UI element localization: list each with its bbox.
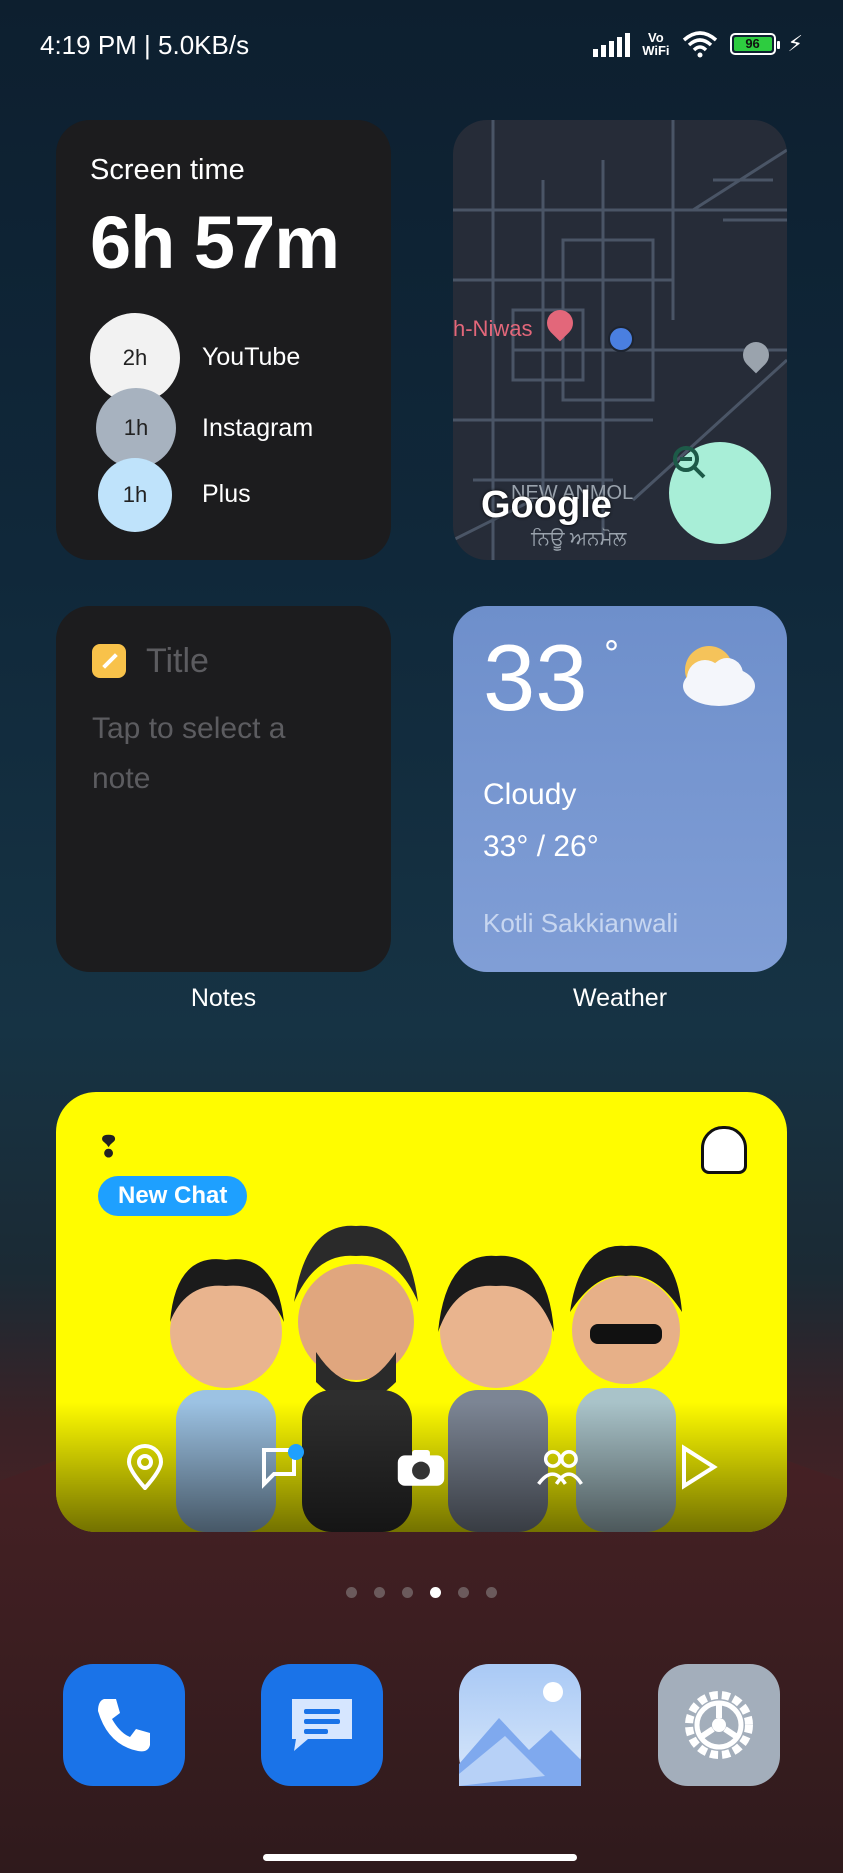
battery-icon: 96 <box>729 33 780 55</box>
notes-icon <box>92 644 126 678</box>
status-time-speed: 4:19 PM | 5.0KB/s <box>40 30 250 60</box>
map-area-label-punjabi: ਨਿਊ ਅਨਮੋਲ <box>531 528 627 550</box>
wifi-icon <box>682 31 717 58</box>
snapchat-ghost-icon[interactable] <box>701 1126 747 1174</box>
gallery-app[interactable] <box>459 1664 581 1786</box>
home-indicator[interactable] <box>263 1854 577 1861</box>
map-place-label: h-Niwas <box>453 316 533 341</box>
usage-bubble: 1h <box>98 458 172 532</box>
app-usage-plus: 1h Plus <box>98 458 251 532</box>
app-name: Instagram <box>202 414 314 442</box>
note-body: Tap to select a note <box>92 712 286 795</box>
cloudy-icon <box>683 646 755 706</box>
screen-time-total: 6h 57m <box>90 201 340 284</box>
screen-time-widget[interactable]: Screen time 6h 57m 2h YouTube 1h Instagr… <box>56 120 391 560</box>
settings-app[interactable] <box>658 1664 780 1786</box>
page-dot[interactable] <box>458 1587 469 1598</box>
status-icons: Vo WiFi 96 ⚡ <box>593 30 803 58</box>
bitmoji-logo-icon: ❢ <box>96 1130 122 1165</box>
messages-app[interactable] <box>261 1664 383 1786</box>
messages-icon <box>292 1699 352 1751</box>
zoom-button[interactable] <box>669 442 771 544</box>
settings-icon <box>685 1691 753 1759</box>
app-name: YouTube <box>202 343 301 371</box>
new-chat-button[interactable]: New Chat <box>98 1176 248 1216</box>
signal-icon <box>593 31 631 57</box>
page-dot-active[interactable] <box>430 1587 441 1598</box>
weather-temperature: 33 <box>483 625 588 730</box>
page-dot[interactable] <box>402 1587 413 1598</box>
status-bar: 4:19 PM | 5.0KB/s Vo WiFi 96 ⚡ <box>0 0 843 96</box>
maps-widget[interactable]: h-Niwas NEW ANMOL ਨਿਊ ਅਨਮੋਲ Google <box>453 120 787 560</box>
google-logo: Google <box>481 484 612 526</box>
note-title: Title <box>146 642 209 680</box>
charging-icon: ⚡ <box>787 31 803 57</box>
phone-icon <box>98 1699 150 1752</box>
current-location-icon <box>608 326 634 352</box>
weather-location: Kotli Sakkianwali <box>483 908 679 938</box>
degree-symbol: ° <box>603 634 620 674</box>
page-dot[interactable] <box>346 1587 357 1598</box>
gallery-icon <box>459 1682 581 1786</box>
notes-label: Notes <box>190 984 257 1012</box>
page-indicator[interactable] <box>0 1587 843 1598</box>
weather-label: Weather <box>572 984 668 1012</box>
weather-range: 33° / 26° <box>483 830 599 863</box>
phone-app[interactable] <box>63 1664 185 1786</box>
page-dot[interactable] <box>486 1587 497 1598</box>
screen-time-title: Screen time <box>90 154 245 186</box>
weather-condition: Cloudy <box>483 778 577 811</box>
zoom-out-icon <box>673 446 706 479</box>
snapchat-nav-bar <box>56 1402 787 1532</box>
play-icon[interactable] <box>673 1442 723 1492</box>
vowifi-icon: Vo WiFi <box>642 30 670 58</box>
friends-icon[interactable] <box>535 1442 585 1492</box>
snapchat-widget[interactable]: ❢ New Chat <box>56 1092 787 1532</box>
app-name: Plus <box>202 480 251 508</box>
app-usage-instagram: 1h Instagram <box>96 388 313 468</box>
map-pin-icon[interactable] <box>120 1442 170 1492</box>
notes-widget[interactable]: Title Tap to select a note <box>56 606 391 972</box>
battery-level: 96 <box>733 37 772 51</box>
usage-bubble: 1h <box>96 388 176 468</box>
weather-widget[interactable]: 33 ° Cloudy 33° / 26° Kotli Sakkianwali <box>453 606 787 972</box>
chat-icon[interactable] <box>258 1442 308 1492</box>
page-dot[interactable] <box>374 1587 385 1598</box>
camera-icon[interactable] <box>396 1442 446 1492</box>
